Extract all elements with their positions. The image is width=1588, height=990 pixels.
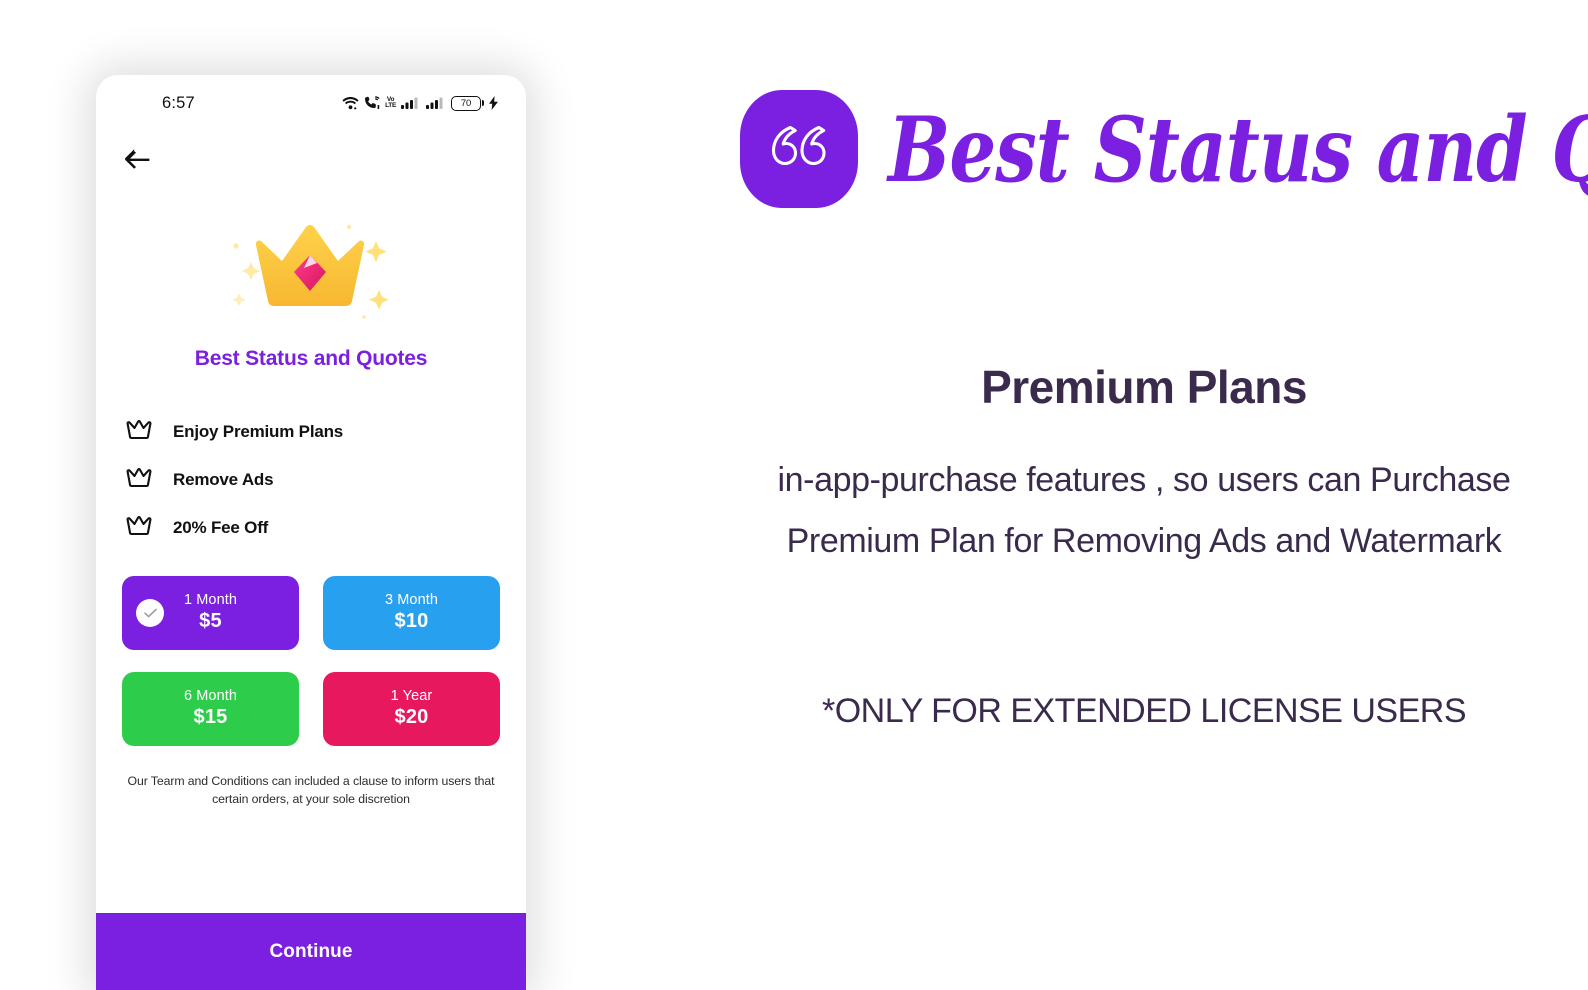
plan-price: $20 <box>394 705 429 728</box>
charging-bolt-icon <box>489 96 498 110</box>
selected-check-badge <box>136 599 164 627</box>
volte-icon: Vo LTE <box>385 96 396 110</box>
back-button[interactable] <box>114 138 160 184</box>
battery-icon: 70 <box>451 95 484 111</box>
feature-item: 20% Fee Off <box>126 515 526 541</box>
promo-headline: Premium Plans <box>981 361 1307 413</box>
app-title: Best Status and Quotes <box>194 347 428 370</box>
plan-grid: 1 Month $5 3 Month $10 6 Month $15 1 Yea… <box>96 576 526 746</box>
status-bar: 6:57 Vo LTE 70 <box>96 75 526 131</box>
call-wifi-icon <box>364 96 380 110</box>
feature-item: Remove Ads <box>126 467 526 493</box>
signal-bars-sim1-icon <box>401 96 421 110</box>
wifi-icon <box>342 96 359 110</box>
plan-period: 1 Month <box>183 592 238 609</box>
status-icon-group: Vo LTE 70 <box>342 95 498 111</box>
app-icon <box>740 90 858 208</box>
battery-level-label: 70 <box>460 97 472 109</box>
crown-emoji <box>216 205 406 325</box>
feature-label: Enjoy Premium Plans <box>173 422 344 441</box>
app-bar <box>96 131 526 191</box>
crown-outline-icon <box>126 467 152 493</box>
phone-mockup: 6:57 Vo LTE 70 Best Status and Quotes En… <box>96 75 526 990</box>
plan-period: 6 Month <box>183 688 238 705</box>
plan-card-1-year[interactable]: 1 Year $20 <box>323 672 500 746</box>
feature-label: Remove Ads <box>173 470 274 489</box>
plan-price: $10 <box>394 609 429 632</box>
crown-outline-icon <box>126 419 152 445</box>
feature-item: Enjoy Premium Plans <box>126 419 526 445</box>
continue-button-label: Continue <box>269 941 353 962</box>
hero-section: Best Status and Quotes <box>96 191 526 371</box>
plan-price: $5 <box>199 609 222 632</box>
plan-period: 3 Month <box>384 592 439 609</box>
brand-lockup: Best Status and Quotes <box>740 90 1588 208</box>
back-arrow-icon <box>124 148 151 175</box>
terms-text: Our Tearm and Conditions can included a … <box>127 774 495 807</box>
plan-card-1-month[interactable]: 1 Month $5 <box>122 576 299 650</box>
signal-bars-sim2-icon <box>426 96 446 110</box>
status-time: 6:57 <box>162 93 195 112</box>
brand-name: Best Status and Quotes <box>888 96 1588 202</box>
promo-subcopy: in-app-purchase features , so users can … <box>777 461 1511 561</box>
plan-price: $15 <box>193 705 228 728</box>
promo-panel: Best Status and Quotes Premium Plans in-… <box>700 0 1588 990</box>
plan-period: 1 Year <box>390 688 433 705</box>
plan-card-6-month[interactable]: 6 Month $15 <box>122 672 299 746</box>
crown-outline-icon <box>126 515 152 541</box>
feature-list: Enjoy Premium Plans Remove Ads 20% Fee O… <box>96 419 526 541</box>
quote-marks-icon <box>766 121 832 178</box>
plan-card-3-month[interactable]: 3 Month $10 <box>323 576 500 650</box>
promo-license-note: *ONLY FOR EXTENDED LICENSE USERS <box>821 692 1467 730</box>
feature-label: 20% Fee Off <box>173 518 269 537</box>
volte-bottom-label: LTE <box>385 102 396 109</box>
continue-button[interactable]: Continue <box>96 913 526 990</box>
